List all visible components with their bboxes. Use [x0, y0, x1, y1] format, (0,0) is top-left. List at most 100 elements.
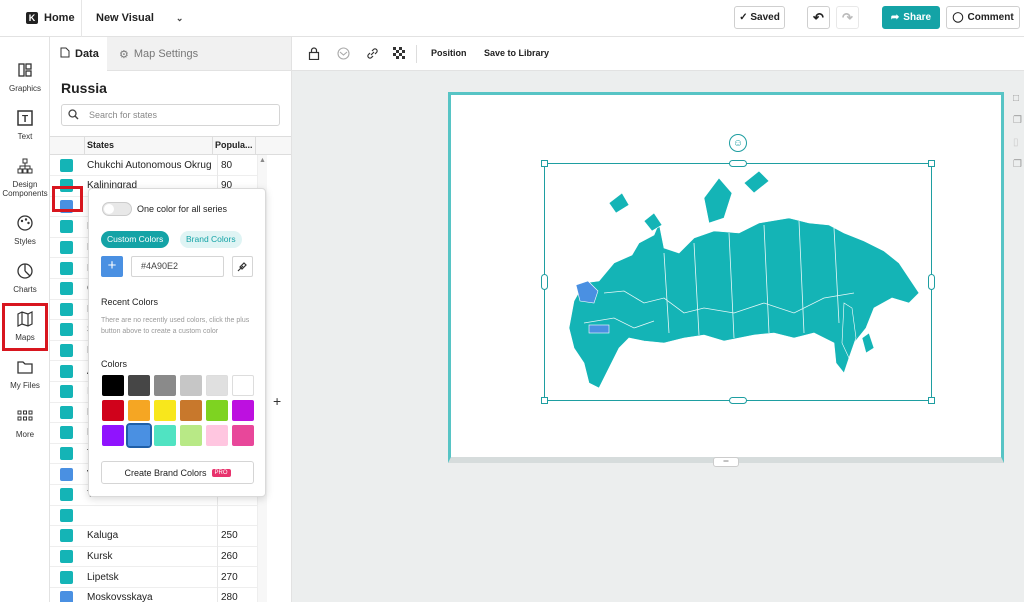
scroll-up-icon[interactable]: ▲ — [259, 157, 266, 164]
color-swatch[interactable] — [128, 375, 150, 396]
nav-more[interactable]: More — [0, 407, 50, 439]
home-button[interactable]: K Home — [0, 0, 82, 37]
nav-styles[interactable]: Styles — [0, 214, 50, 246]
color-swatch[interactable] — [154, 425, 176, 446]
add-row-button[interactable]: + — [273, 393, 281, 409]
resize-handle[interactable] — [729, 160, 747, 167]
brand-colors-tab[interactable]: Brand Colors — [180, 231, 242, 248]
delete-icon[interactable]: ▯ — [1013, 137, 1019, 148]
color-swatch[interactable] — [154, 375, 176, 396]
link-icon[interactable] — [366, 47, 379, 63]
saved-button[interactable]: ✓ Saved — [734, 6, 785, 29]
color-swatch[interactable] — [180, 375, 202, 396]
series-color-swatch[interactable] — [60, 323, 73, 337]
add-color-button[interactable]: + — [101, 256, 123, 277]
series-color-swatch[interactable] — [60, 508, 73, 522]
series-color-swatch[interactable] — [60, 405, 73, 419]
series-color-swatch[interactable] — [60, 261, 73, 275]
duplicate-icon[interactable]: ❐ — [1013, 115, 1022, 126]
resize-handle[interactable] — [928, 397, 935, 404]
share-button[interactable]: ➦ Share — [882, 6, 940, 29]
resize-handle[interactable] — [541, 160, 548, 167]
color-swatch[interactable] — [128, 400, 150, 421]
save-to-library-button[interactable]: Save to Library — [484, 48, 549, 58]
series-color-swatch[interactable] — [60, 364, 73, 378]
color-swatch[interactable] — [154, 400, 176, 421]
animation-icon[interactable] — [337, 47, 350, 63]
resize-handle[interactable] — [729, 397, 747, 404]
lock-icon[interactable] — [308, 47, 320, 63]
eyedropper-icon[interactable] — [232, 256, 253, 277]
resize-handle[interactable] — [928, 160, 935, 167]
state-name[interactable]: Kaluga — [87, 530, 118, 541]
population-value[interactable] — [217, 504, 259, 526]
series-color-swatch[interactable] — [60, 426, 73, 440]
series-color-swatch[interactable] — [60, 385, 73, 399]
series-color-swatch[interactable] — [60, 302, 73, 316]
nav-charts[interactable]: Charts — [0, 262, 50, 294]
table-row[interactable] — [50, 504, 267, 527]
state-name[interactable]: Kursk — [87, 551, 113, 562]
transparency-icon[interactable] — [393, 47, 405, 62]
color-swatch[interactable] — [232, 375, 254, 396]
state-name[interactable]: Moskovsskaya — [87, 592, 153, 602]
color-swatch[interactable] — [232, 425, 254, 446]
one-color-toggle[interactable] — [102, 202, 132, 216]
color-swatch[interactable] — [180, 400, 202, 421]
color-swatch[interactable] — [206, 375, 228, 396]
state-name[interactable]: Chukchi Autonomous Okrug — [87, 160, 212, 171]
comment-button[interactable]: ◯ Comment — [946, 6, 1020, 29]
series-color-swatch[interactable] — [60, 158, 73, 172]
tab-data[interactable]: Data — [50, 37, 107, 71]
tab-map-settings[interactable]: ⚙ Map Settings — [107, 37, 198, 71]
rotate-icon[interactable]: ☺ — [729, 134, 747, 152]
table-row[interactable]: Moskovsskaya 280 — [50, 587, 267, 602]
resize-handle[interactable] — [928, 274, 935, 290]
nav-my-files[interactable]: My Files — [0, 358, 50, 390]
color-swatch[interactable] — [102, 400, 124, 421]
series-color-swatch[interactable] — [60, 488, 73, 502]
visual-name-dropdown[interactable]: New Visual ⌄ — [82, 12, 183, 24]
nav-design-components[interactable]: Design Components — [0, 157, 50, 198]
table-row[interactable]: Lipetsk 270 — [50, 566, 267, 588]
artboard-resize-handle[interactable]: ═ — [713, 457, 739, 467]
series-color-swatch[interactable] — [60, 549, 73, 563]
position-button[interactable]: Position — [431, 48, 467, 58]
redo-icon[interactable]: ↷ — [836, 6, 859, 29]
copy-icon[interactable]: ❐ — [1013, 159, 1022, 170]
state-name[interactable]: Lipetsk — [87, 572, 119, 583]
series-color-swatch[interactable] — [60, 591, 73, 602]
color-swatch[interactable] — [206, 425, 228, 446]
series-color-swatch[interactable] — [60, 240, 73, 254]
color-swatch[interactable] — [102, 375, 124, 396]
resize-handle[interactable] — [541, 397, 548, 404]
series-color-swatch[interactable] — [60, 220, 73, 234]
nav-graphics[interactable]: Graphics — [0, 61, 50, 93]
color-swatch[interactable] — [126, 423, 152, 448]
add-page-icon[interactable]: □ — [1013, 93, 1019, 104]
series-color-swatch[interactable] — [60, 570, 73, 584]
nav-text[interactable]: T Text — [0, 109, 50, 141]
population-value[interactable]: 260 — [217, 545, 259, 567]
color-swatch[interactable] — [232, 400, 254, 421]
series-color-swatch[interactable] — [60, 282, 73, 296]
population-value[interactable]: 270 — [217, 566, 259, 588]
series-color-swatch[interactable] — [60, 529, 73, 543]
color-swatch[interactable] — [180, 425, 202, 446]
series-color-swatch[interactable] — [60, 343, 73, 357]
search-input[interactable]: Search for states — [61, 104, 280, 126]
series-color-swatch[interactable] — [60, 446, 73, 460]
table-row[interactable]: Kursk 260 — [50, 545, 267, 568]
series-color-swatch[interactable] — [60, 467, 73, 481]
color-swatch[interactable] — [102, 425, 124, 446]
color-swatch[interactable] — [206, 400, 228, 421]
population-value[interactable]: 280 — [217, 587, 259, 602]
custom-colors-tab[interactable]: Custom Colors — [101, 231, 170, 248]
create-brand-colors-button[interactable]: Create Brand Colors PRO — [101, 461, 254, 484]
table-row[interactable]: Chukchi Autonomous Okrug 80 — [50, 154, 267, 176]
population-value[interactable]: 250 — [217, 525, 259, 547]
resize-handle[interactable] — [541, 274, 548, 290]
table-row[interactable]: Kaluga 250 — [50, 525, 267, 547]
hex-input[interactable]: #4A90E2 — [131, 256, 224, 277]
undo-icon[interactable]: ↶ — [807, 6, 830, 29]
